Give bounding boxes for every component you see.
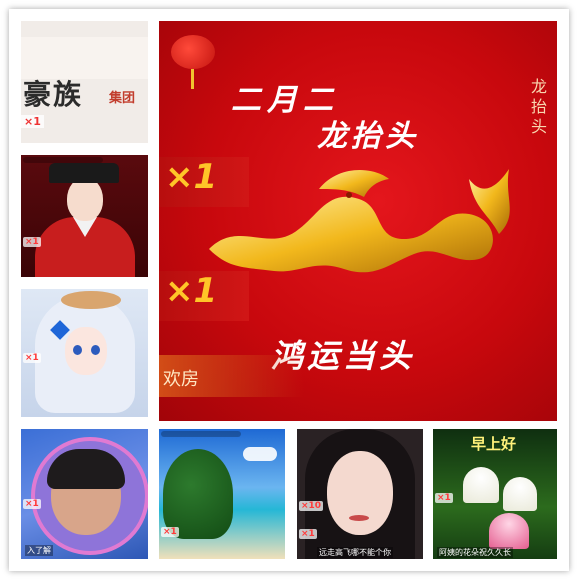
brand-name: 豪族 (23, 78, 84, 111)
greeting-tile[interactable]: 早上好 ×1 阿姨的花朵祝久久长 (433, 429, 557, 559)
main-banner[interactable]: 二月二 龙抬头 龙抬头 ×1 ×1 鸿运当头 欢房 (159, 21, 557, 421)
palm-tree-icon (163, 449, 233, 539)
gift-badge: ×1 (21, 115, 44, 128)
portrait-tile[interactable]: ×1 (21, 155, 148, 277)
portrait-lips (349, 515, 369, 521)
brand-suffix: 集团 (109, 91, 136, 106)
pink-lotus-icon (489, 513, 529, 549)
portrait-face (67, 177, 103, 221)
gift-badge-top: ×10 (299, 501, 324, 511)
anime-tile[interactable]: ×1 (21, 289, 148, 417)
banner-heading-line2: 龙抬头 (317, 119, 419, 154)
gift-badge: ×1 (23, 353, 41, 363)
portrait-face (327, 451, 393, 535)
tile-caption: 入了解 (25, 545, 53, 556)
gift-badge: ×1 (23, 237, 41, 247)
red-lantern-icon (171, 35, 215, 69)
tile-caption: 阿姨的花朵祝久久长 (437, 547, 513, 558)
stream-info-bar (161, 431, 241, 437)
black-hat (49, 163, 119, 183)
white-lotus-icon (503, 477, 537, 511)
cloud-icon (243, 447, 277, 461)
white-lotus-icon (463, 467, 499, 503)
collage-frame: 豪族 集团 ×1 ×1 ×1 二月二 龙抬头 龙抬头 ×1 ×1 鸿运当头 欢房… (9, 9, 569, 571)
portrait-tile-2[interactable]: ×10 ×1 远走高飞哪不能个你 (297, 429, 423, 559)
room-tag-text: 欢房 (163, 369, 199, 390)
greeting-text: 早上好 (471, 435, 517, 453)
anime-eye-left (73, 345, 82, 355)
tile-caption: 远走高飞哪不能个你 (317, 547, 393, 558)
avatar-frame-tile[interactable]: ×1 入了解 (21, 429, 148, 559)
lantern-tassel (191, 69, 194, 89)
brand-tile[interactable]: 豪族 集团 ×1 (21, 21, 148, 143)
anime-hat (61, 291, 121, 309)
gift-badge: ×1 (161, 527, 179, 537)
beach-tile[interactable]: ×1 (159, 429, 285, 559)
anime-eye-right (91, 345, 100, 355)
gift-badge: ×1 (435, 493, 453, 503)
anime-face (65, 327, 107, 375)
gift-badge: ×1 (23, 499, 41, 509)
gift-badge: ×1 (299, 529, 317, 539)
banner-side-text: 龙抬头 (531, 77, 548, 136)
golden-dragon-icon (209, 169, 510, 273)
